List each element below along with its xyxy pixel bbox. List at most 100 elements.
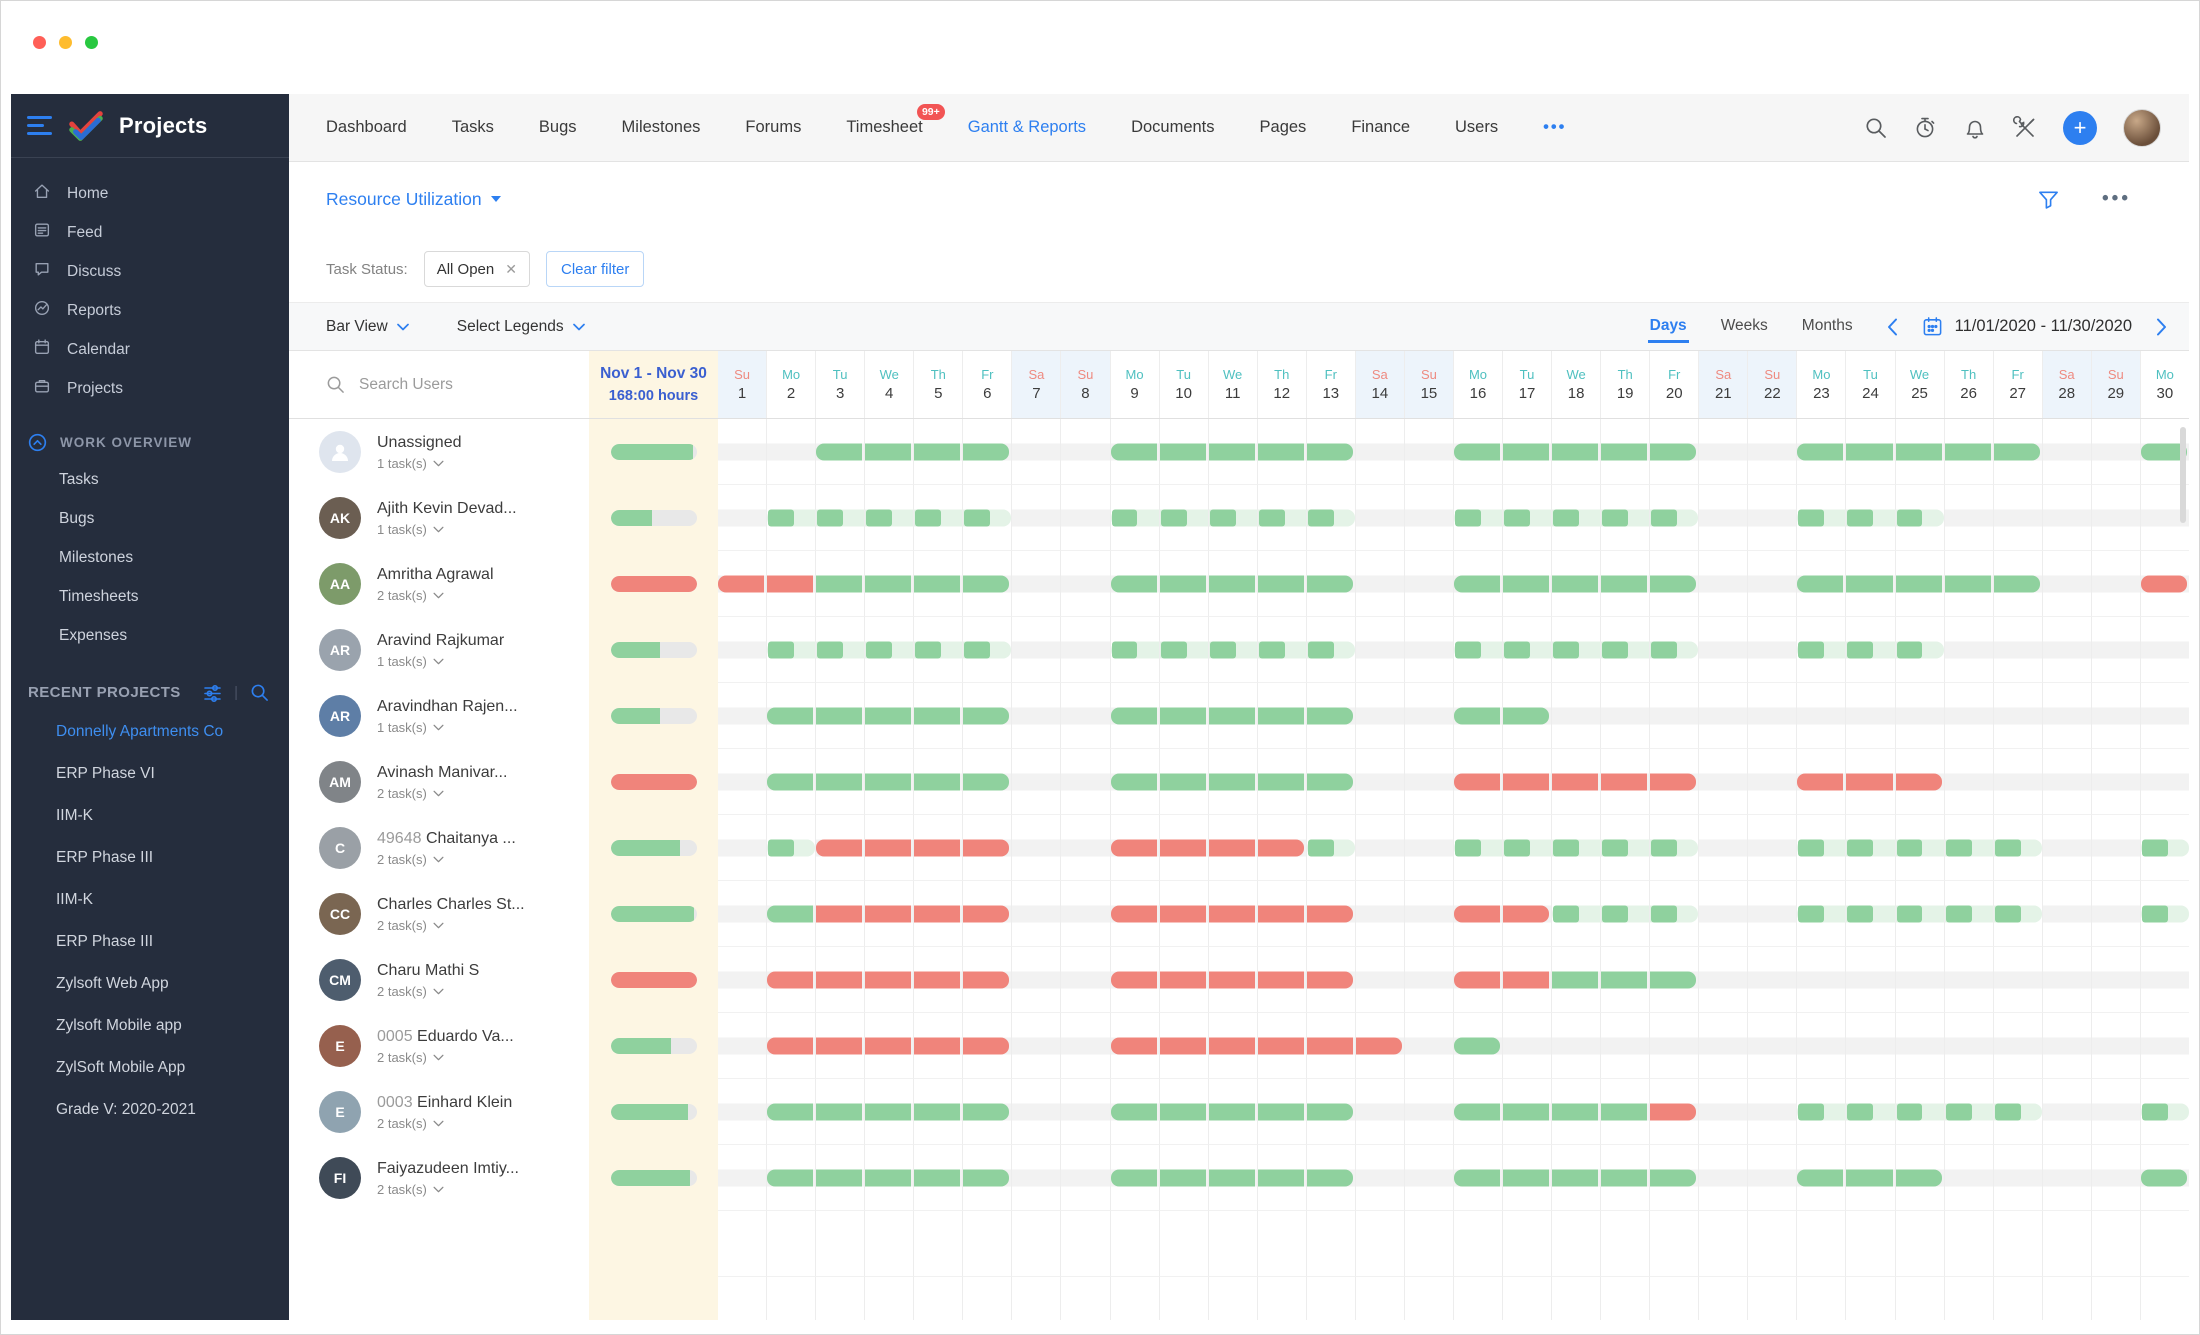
allocation-bar-green[interactable] [1601,443,1648,460]
close-window-dot[interactable] [33,36,46,49]
allocation-bar-red[interactable] [865,1037,912,1054]
allocation-bar-red[interactable] [1601,773,1648,790]
project-search-icon[interactable] [250,683,269,702]
allocation-bar-green[interactable] [1503,575,1550,592]
search-icon[interactable] [1864,116,1887,139]
allocation-bar-green[interactable] [1208,443,1255,460]
allocation-bar-red[interactable] [1159,971,1206,988]
allocation-bar-green[interactable] [1944,443,1991,460]
allocation-bar-partial[interactable] [1504,839,1530,856]
task-count-toggle[interactable]: 1 task(s) [377,522,517,537]
allocation-bar-partial[interactable] [915,641,942,658]
task-status-chip[interactable]: All Open ✕ [423,251,530,287]
next-period-icon[interactable] [2156,318,2167,336]
allocation-bar-green[interactable] [865,773,912,790]
nav-tab-pages[interactable]: Pages [1260,118,1307,137]
allocation-bar-green[interactable] [1110,575,1157,592]
allocation-bar-red[interactable] [1846,773,1893,790]
task-count-toggle[interactable]: 1 task(s) [377,456,462,471]
allocation-bar-red[interactable] [2140,575,2187,592]
allocation-bar-green[interactable] [1208,1169,1255,1186]
allocation-bar-red[interactable] [963,839,1010,856]
allocation-bar-green[interactable] [1110,773,1157,790]
allocation-bar-partial[interactable] [1602,905,1629,922]
allocation-bar-partial[interactable] [1798,905,1825,922]
allocation-bar-green[interactable] [1453,1103,1500,1120]
utilization-capsule[interactable] [611,774,697,790]
allocation-bar-partial[interactable] [1602,509,1629,526]
utilization-capsule[interactable] [611,642,697,658]
previous-period-icon[interactable] [1887,318,1898,336]
allocation-bar-partial[interactable] [964,641,991,658]
tab-days[interactable]: Days [1647,311,1689,343]
allocation-bar-partial[interactable] [1454,839,1481,856]
allocation-bar-green[interactable] [1797,1169,1844,1186]
allocation-bar-red[interactable] [1257,905,1304,922]
allocation-bar-green[interactable] [1601,1169,1648,1186]
task-count-toggle[interactable]: 1 task(s) [377,654,504,669]
task-count-toggle[interactable]: 2 task(s) [377,588,494,603]
task-count-toggle[interactable]: 2 task(s) [377,852,516,867]
allocation-bar-green[interactable] [1159,443,1206,460]
utilization-capsule[interactable] [611,444,697,460]
allocation-bar-red[interactable] [1159,905,1206,922]
task-count-toggle[interactable]: 2 task(s) [377,786,507,801]
filter-funnel-icon[interactable] [2037,188,2060,211]
allocation-bar-partial[interactable] [768,839,795,856]
add-new-button[interactable]: + [2063,110,2097,145]
user-cell[interactable]: FI Faiyazudeen Imtiy... 2 task(s) [289,1145,589,1211]
recent-project-item[interactable]: IIM-K [11,795,289,837]
allocation-bar-green[interactable] [816,1169,863,1186]
allocation-bar-green[interactable] [1257,773,1304,790]
allocation-bar-partial[interactable] [1111,509,1138,526]
allocation-bar-red[interactable] [963,971,1010,988]
allocation-bar-partial[interactable] [1994,1103,2021,1120]
allocation-bar-green[interactable] [1257,443,1304,460]
allocation-bar-red[interactable] [1110,1037,1157,1054]
allocation-bar-partial[interactable] [1553,905,1580,922]
allocation-bar-partial[interactable] [1651,905,1678,922]
sidebar-item-home[interactable]: Home [11,174,289,213]
allocation-bar-green[interactable] [767,1103,814,1120]
allocation-bar-partial[interactable] [1651,839,1678,856]
user-cell[interactable]: AR Aravindhan Rajen... 1 task(s) [289,683,589,749]
allocation-bar-green[interactable] [1159,707,1206,724]
allocation-bar-red[interactable] [1110,839,1157,856]
allocation-bar-partial[interactable] [915,509,942,526]
allocation-bar-green[interactable] [1552,575,1599,592]
allocation-bar-red[interactable] [1797,773,1844,790]
allocation-bar-red[interactable] [1306,1037,1353,1054]
allocation-bar-green[interactable] [865,1169,912,1186]
sidebar-item-discuss[interactable]: Discuss [11,252,289,291]
allocation-bar-green[interactable] [1257,1169,1304,1186]
allocation-bar-partial[interactable] [1896,1103,1923,1120]
task-count-toggle[interactable]: 2 task(s) [377,918,525,933]
task-count-toggle[interactable]: 2 task(s) [377,1050,514,1065]
allocation-bar-red[interactable] [1159,1037,1206,1054]
allocation-bar-partial[interactable] [1847,839,1874,856]
allocation-bar-green[interactable] [767,905,814,922]
allocation-bar-green[interactable] [1552,1169,1599,1186]
nav-tab-gantt-reports[interactable]: Gantt & Reports [968,118,1086,137]
nav-tab-milestones[interactable]: Milestones [622,118,701,137]
allocation-bar-partial[interactable] [1651,641,1678,658]
allocation-bar-green[interactable] [865,575,912,592]
allocation-bar-red[interactable] [1895,773,1942,790]
recent-project-item[interactable]: ERP Phase III [11,837,289,879]
utilization-capsule[interactable] [611,1170,697,1186]
allocation-bar-partial[interactable] [1847,1103,1874,1120]
nav-tab-documents[interactable]: Documents [1131,118,1214,137]
allocation-bar-green[interactable] [865,443,912,460]
allocation-bar-partial[interactable] [2141,839,2168,856]
work-overview-item-tasks[interactable]: Tasks [11,460,289,499]
nav-tab-forums[interactable]: Forums [745,118,801,137]
allocation-bar-green[interactable] [816,443,863,460]
allocation-bar-green[interactable] [1993,443,2040,460]
nav-tab-users[interactable]: Users [1455,118,1498,137]
utilization-capsule[interactable] [611,576,697,592]
allocation-bar-green[interactable] [1552,1103,1599,1120]
allocation-bar-red[interactable] [1453,905,1500,922]
allocation-bar-partial[interactable] [1553,509,1580,526]
nav-tab-finance[interactable]: Finance [1351,118,1410,137]
allocation-bar-red[interactable] [914,971,961,988]
